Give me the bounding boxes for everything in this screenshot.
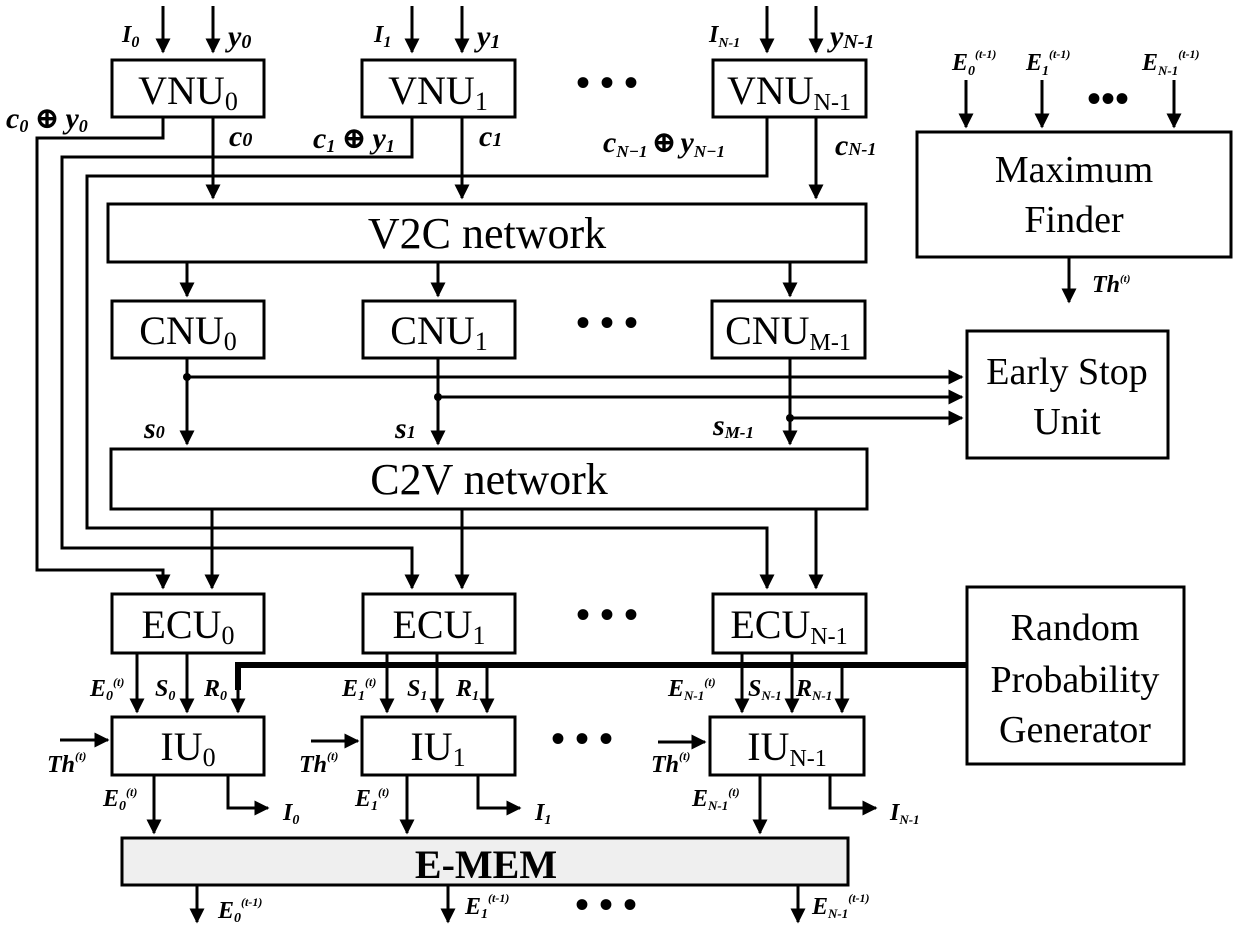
svg-text:CNU0: CNU0 (139, 308, 236, 356)
label-y0: y0 (225, 20, 251, 53)
v2c-network-block: V2C network (106, 202, 868, 264)
svg-text:VNU0: VNU0 (138, 68, 238, 116)
label-I1: I1 (373, 22, 391, 51)
svg-text:ECU1: ECU1 (393, 602, 486, 650)
label-iu0-E: E0(t) (102, 785, 137, 814)
label-emem-outN1: EN-1(t-1) (811, 891, 870, 921)
svg-text:Random: Random (1011, 607, 1140, 649)
label-S1: S1 (407, 676, 427, 704)
svg-text:Early Stop: Early Stop (986, 351, 1147, 393)
cnu-m1-block: CNUM-1 (710, 299, 867, 360)
label-c1: c1 (479, 120, 502, 153)
label-iuN1-I: IN-1 (889, 800, 920, 827)
svg-text:C2V network: C2V network (370, 455, 608, 504)
junction-dot (183, 373, 191, 381)
ellipsis-max: ••• (1087, 76, 1129, 121)
svg-text:CNU1: CNU1 (390, 308, 487, 356)
label-xor1: c1 ⊕ y1 (313, 122, 395, 156)
wire-iuN1-I (828, 775, 878, 816)
ellipsis-vnu: • • • (576, 60, 638, 105)
label-iuN1-E: EN-1(t) (691, 785, 740, 813)
label-th-iu1: Th(t) (299, 749, 338, 778)
ecu-n1-block: ECUN-1 (711, 592, 868, 655)
label-maxin1: E1(t-1) (1025, 47, 1070, 79)
label-c0: c0 (229, 120, 252, 153)
label-xorN1: cN−1 ⊕ yN−1 (603, 126, 725, 161)
random-probability-generator-block: Random Probability Generator (965, 585, 1186, 766)
ellipsis-cnu: • • • (576, 300, 638, 345)
label-th-iu0: Th(t) (47, 749, 86, 778)
vnu-0-block: VNU0 (110, 58, 266, 119)
diagram-canvas: VNU0 VNU1 VNUN-1 • • • V2C network CNU0 … (6, 6, 1233, 927)
wire-iu0-I (226, 775, 270, 816)
label-th-iuN1: Th(t) (651, 749, 690, 778)
junction-dot (434, 393, 442, 401)
svg-text:VNU1: VNU1 (388, 68, 488, 116)
maximum-finder-block: Maximum Finder (915, 130, 1233, 259)
label-emem-out0: E0(t-1) (217, 895, 262, 926)
label-yN1: yN-1 (827, 20, 874, 53)
label-E0-t: E0(t) (89, 675, 124, 704)
label-iu0-I: I0 (282, 800, 299, 828)
svg-text:ECU0: ECU0 (142, 602, 235, 650)
svg-text:Probability: Probability (991, 659, 1160, 701)
label-IN1: IN-1 (708, 22, 740, 51)
junction-dot (786, 414, 794, 422)
label-th-out: Th(t) (1092, 272, 1130, 298)
label-R0: R0 (203, 676, 227, 704)
label-RN1: RN-1 (795, 676, 832, 703)
iu-1-block: IU1 (360, 715, 517, 777)
label-iu1-I: I1 (534, 800, 551, 828)
svg-text:E-MEM: E-MEM (415, 842, 557, 887)
label-s1: s1 (394, 412, 416, 445)
label-xor0: c0 ⊕ y0 (6, 102, 88, 136)
label-SN1: SN-1 (748, 676, 782, 703)
label-s0: s0 (143, 412, 165, 445)
svg-text:Maximum: Maximum (995, 149, 1153, 191)
iu-0-block: IU0 (110, 715, 266, 777)
vnu-1-block: VNU1 (360, 58, 517, 119)
cnu-0-block: CNU0 (110, 299, 266, 360)
e-mem-block: E-MEM (120, 836, 850, 887)
ecu-1-block: ECU1 (361, 592, 517, 655)
vnu-n1-block: VNUN-1 (711, 58, 868, 119)
ecu-0-block: ECU0 (110, 592, 266, 655)
ellipsis-ecu: • • • (576, 592, 638, 637)
label-E1-t: E1(t) (341, 675, 376, 704)
ellipsis-iu: • • • (551, 716, 613, 761)
early-stop-unit-block: Early Stop Unit (965, 329, 1170, 460)
svg-text:Generator: Generator (999, 709, 1151, 751)
label-S0: S0 (155, 676, 175, 704)
label-iu1-E: E1(t) (354, 785, 389, 814)
label-y1: y1 (474, 20, 500, 53)
ellipsis-emem: • • • (575, 882, 637, 927)
label-maxin0: E0(t-1) (951, 47, 996, 79)
iu-n1-block: IUN-1 (708, 715, 866, 777)
label-R1: R1 (455, 676, 479, 704)
cnu-1-block: CNU1 (361, 299, 517, 360)
svg-text:V2C network: V2C network (368, 209, 606, 258)
svg-text:Finder: Finder (1024, 199, 1124, 241)
label-cN1: cN-1 (835, 129, 876, 162)
label-EN1-t: EN-1(t) (667, 675, 716, 703)
label-maxinN1: EN-1(t-1) (1141, 47, 1200, 78)
label-sM1: sM-1 (712, 409, 754, 442)
label-emem-out1: E1(t-1) (464, 891, 509, 922)
c2v-network-block: C2V network (109, 447, 869, 511)
wire-iu1-I (476, 775, 522, 816)
svg-text:Unit: Unit (1033, 401, 1101, 443)
label-I0: I0 (121, 22, 139, 51)
